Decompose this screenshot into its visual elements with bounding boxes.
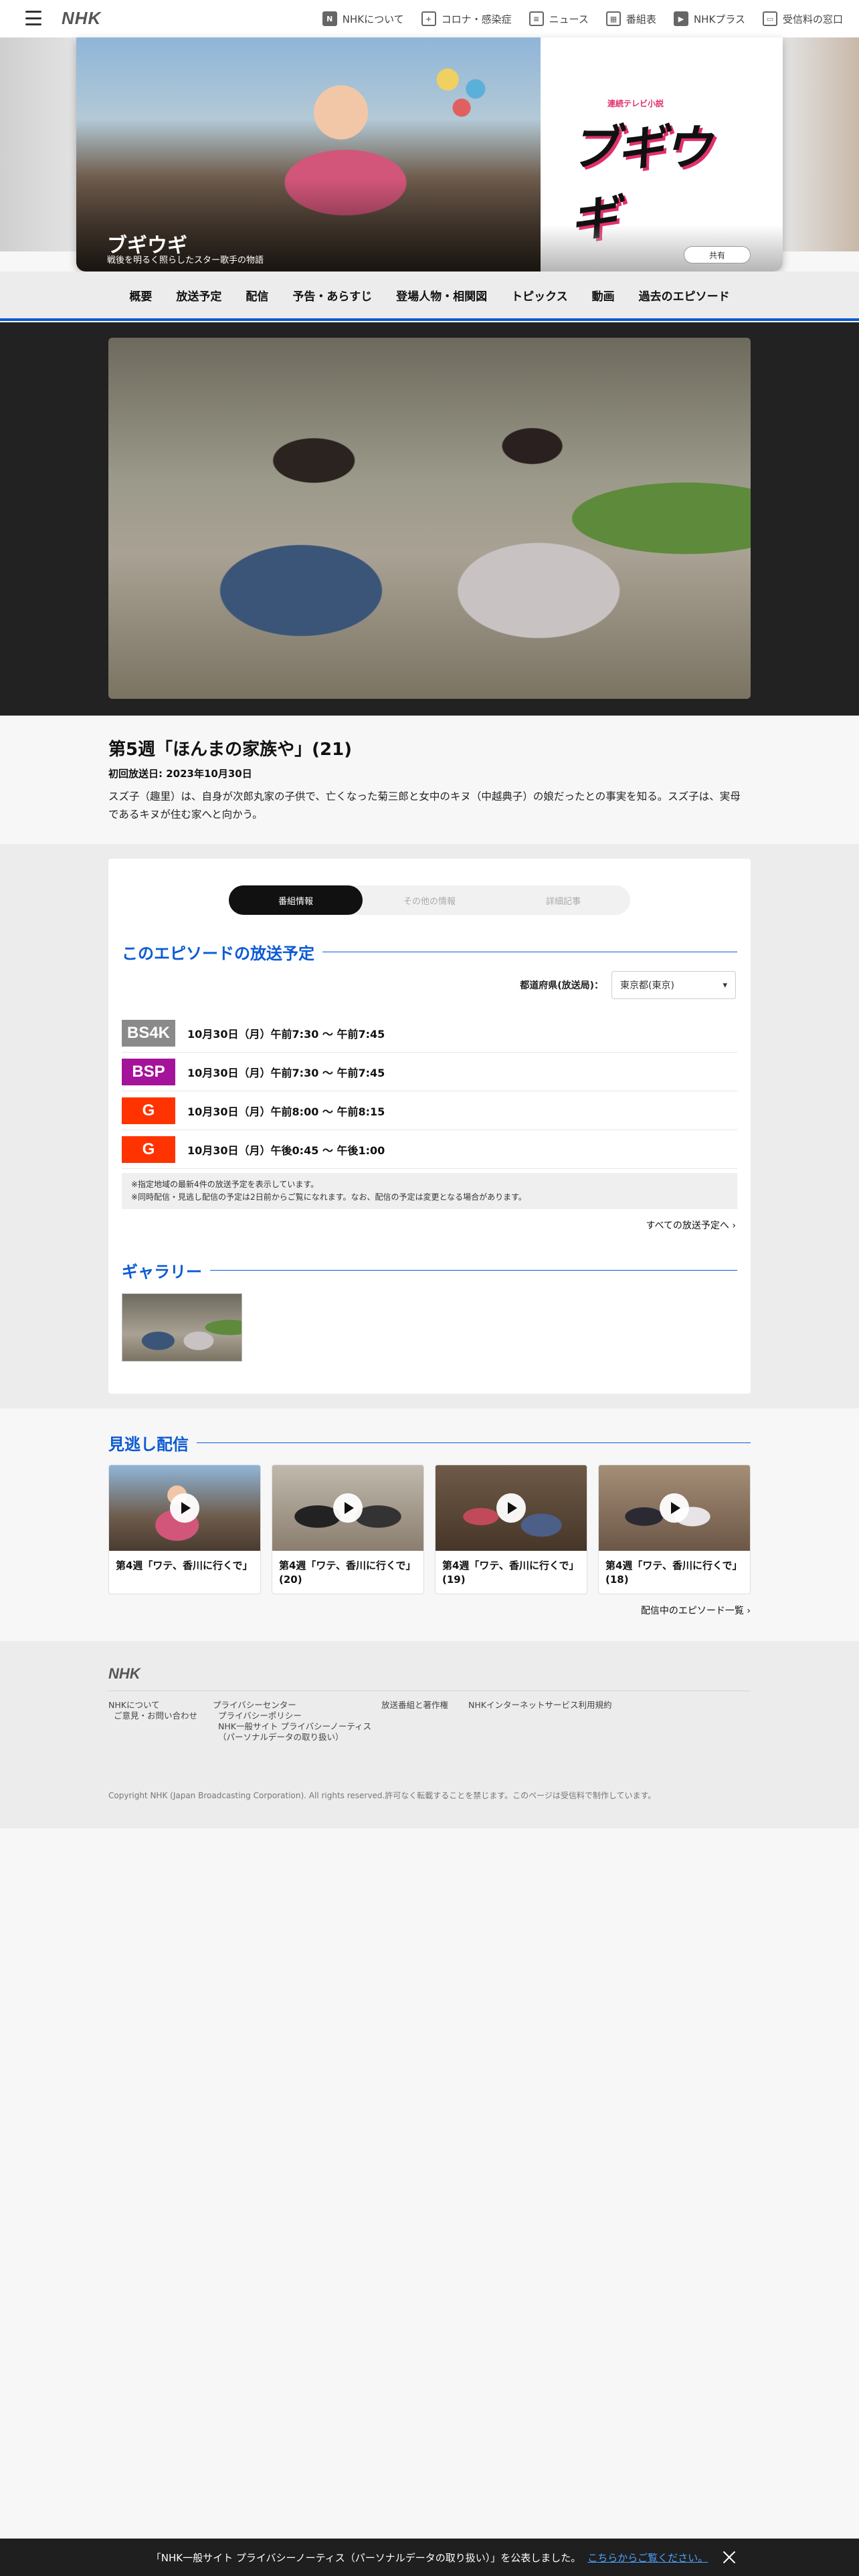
missed-heading: 見逃し配信 [108, 1431, 751, 1455]
close-icon[interactable] [720, 2548, 739, 2567]
info-tabs: 番組情報 その他の情報 詳細記事 [229, 885, 630, 915]
footer-link-privacy-policy[interactable]: プライバシーポリシー [213, 1711, 371, 1721]
tab-program-info[interactable]: 番組情報 [229, 885, 363, 915]
top-bar: NHK N NHKについて + コロナ・感染症 ≡ ニュース ▦ 番組表 ▶ NHKプラス… [0, 0, 859, 37]
share-button[interactable]: 共有 [684, 246, 751, 263]
gallery-thumbnail[interactable] [122, 1293, 242, 1362]
privacy-notice-bar: 「NHK一般サイト プライバシーノーティス（パーソナルデータの取り扱い）」を公表… [0, 2539, 859, 2576]
chevron-right-icon: › [747, 1606, 751, 1616]
nav-corona[interactable]: + コロナ・感染症 [421, 11, 512, 26]
nav-news[interactable]: ≡ ニュース [529, 11, 589, 26]
schedule-row: BS4K 10月30日（月）午前7:30 〜 午前7:45 [122, 1014, 737, 1053]
schedule-row: G 10月30日（月）午後0:45 〜 午後1:00 [122, 1130, 737, 1169]
footer-link-privacy-center[interactable]: プライバシーセンター [213, 1700, 371, 1711]
missed-card[interactable]: 第4週「ワテ、香川に行くで」(19) [435, 1465, 587, 1594]
tab-videos[interactable]: 動画 [592, 287, 615, 304]
schedule-row: BSP 10月30日（月）午前7:30 〜 午前7:45 [122, 1053, 737, 1091]
top-nav: N NHKについて + コロナ・感染症 ≡ ニュース ▦ 番組表 ▶ NHKプラス ▭ 受信… [322, 0, 843, 37]
tab-streaming[interactable]: 配信 [246, 287, 268, 304]
region-select[interactable]: 東京都(東京) ▾ [611, 971, 736, 999]
info-card: 番組情報 その他の情報 詳細記事 このエピソードの放送予定 都道府県(放送局)：… [108, 859, 751, 1394]
footer-col-4: NHKインターネットサービス利用規約 [468, 1700, 611, 1711]
footer-link-copyright[interactable]: 放送番組と著作権 [381, 1700, 448, 1711]
nhk-icon: N [322, 11, 337, 26]
play-icon [496, 1493, 526, 1523]
channel-badge: G [122, 1097, 175, 1124]
nhk-logo[interactable]: NHK [62, 8, 101, 29]
play-icon [333, 1493, 363, 1523]
play-icon [170, 1493, 199, 1523]
footer: NHK NHKについて ご意見・お問い合わせ プライバシーセンター プライバシー… [0, 1641, 859, 1828]
footer-col-2: プライバシーセンター プライバシーポリシー NHK一般サイト プライバシーノーテ… [213, 1700, 371, 1743]
channel-badge: G [122, 1136, 175, 1163]
program-logo: 連続テレビ小説 ブギウギ [570, 99, 712, 246]
hero-logo-panel: 連続テレビ小説 ブギウギ 共有 [541, 37, 783, 272]
footer-link-privacy-notice-sub[interactable]: （パーソナルデータの取り扱い） [213, 1732, 371, 1743]
tab-preview[interactable]: 予告・あらすじ [292, 287, 372, 304]
missed-thumbnail [272, 1465, 423, 1551]
schedule-notes: ※指定地域の最新4件の放送予定を表示しています。 ※同時配信・見逃し配信の予定は… [122, 1173, 737, 1209]
copyright: Copyright NHK (Japan Broadcasting Corpor… [108, 1791, 656, 1800]
channel-badge: BS4K [122, 1019, 175, 1047]
footer-link-privacy-notice[interactable]: NHK一般サイト プライバシーノーティス [213, 1721, 371, 1732]
tab-characters[interactable]: 登場人物・相関図 [396, 287, 487, 304]
play-icon [660, 1493, 689, 1523]
hero-banner: ブギウギ 戦後を明るく照らしたスター歌手の物語 連続テレビ小説 ブギウギ 共有 [76, 37, 783, 272]
missed-thumbnail [109, 1465, 260, 1551]
missed-all-link[interactable]: 配信中のエピソード一覧 › [641, 1604, 751, 1617]
nav-fee[interactable]: ▭ 受信料の窓口 [762, 11, 843, 26]
tv-icon: ▭ [762, 11, 777, 26]
episode-title: 第5週「ほんまの家族や」(21) [108, 740, 353, 760]
footer-link-contact[interactable]: ご意見・お問い合わせ [108, 1711, 197, 1721]
region-selector: 都道府県(放送局)： 東京都(東京) ▾ [520, 971, 736, 999]
gallery-heading: ギャラリー [122, 1259, 737, 1282]
privacy-notice-link[interactable]: こちらからご覧ください。 [587, 2551, 708, 2565]
hero-subtitle: 戦後を明るく照らしたスター歌手の物語 [107, 255, 264, 265]
missed-thumbnail [436, 1465, 587, 1551]
nav-schedule[interactable]: ▦ 番組表 [605, 11, 656, 26]
schedule-list: BS4K 10月30日（月）午前7:30 〜 午前7:45 BSP 10月30日… [122, 1014, 737, 1169]
footer-col-3: 放送番組と著作権 [381, 1700, 448, 1711]
missed-thumbnail [599, 1465, 750, 1551]
tab-past-episodes[interactable]: 過去のエピソード [639, 287, 730, 304]
missed-card[interactable]: 第4週「ワテ、香川に行くで」(20) [272, 1465, 424, 1594]
tab-broadcast[interactable]: 放送予定 [176, 287, 221, 304]
missed-card[interactable]: 第4週「ワテ、香川に行くで」 [108, 1465, 261, 1594]
menu-icon[interactable] [25, 11, 41, 25]
channel-badge: BSP [122, 1058, 175, 1085]
schedule-icon: ▦ [605, 11, 621, 26]
missed-card[interactable]: 第4週「ワテ、香川に行くで」(18) [598, 1465, 751, 1594]
newspaper-icon: ≡ [529, 11, 544, 26]
episode-description: スズ子（趣里）は、自身が次郎丸家の子供で、亡くなった菊三郎と女中のキヌ（中越典子… [108, 790, 741, 821]
missed-list: 第4週「ワテ、香川に行くで」 第4週「ワテ、香川に行くで」(20) 第4週「ワテ… [108, 1465, 751, 1594]
footer-link-terms[interactable]: NHKインターネットサービス利用規約 [468, 1700, 611, 1711]
tab-topics[interactable]: トピックス [511, 287, 568, 304]
footer-col-1: NHKについて ご意見・お問い合わせ [108, 1700, 197, 1721]
footer-link-about[interactable]: NHKについて [108, 1700, 197, 1711]
schedule-heading: このエピソードの放送予定 [122, 940, 737, 964]
footer-logo[interactable]: NHK [108, 1665, 140, 1683]
all-schedule-link[interactable]: すべての放送予定へ › [646, 1218, 736, 1232]
tab-overview[interactable]: 概要 [129, 287, 152, 304]
tab-detail-articles[interactable]: 詳細記事 [496, 885, 630, 915]
nav-nhk-plus[interactable]: ▶ NHKプラス [673, 11, 745, 26]
news-icon: + [421, 11, 436, 26]
nav-nhk-about[interactable]: N NHKについて [322, 11, 404, 26]
episode-image [108, 338, 751, 699]
schedule-row: G 10月30日（月）午前8:00 〜 午前8:15 [122, 1091, 737, 1130]
program-nav: 概要 放送予定 配信 予告・あらすじ 登場人物・相関図 トピックス 動画 過去の… [0, 272, 859, 321]
episode-first-air: 初回放送日: 2023年10月30日 [108, 768, 252, 780]
plus-icon: ▶ [673, 11, 688, 26]
chevron-down-icon: ▾ [723, 980, 727, 990]
chevron-right-icon: › [732, 1220, 736, 1231]
tab-other-info[interactable]: その他の情報 [363, 885, 496, 915]
